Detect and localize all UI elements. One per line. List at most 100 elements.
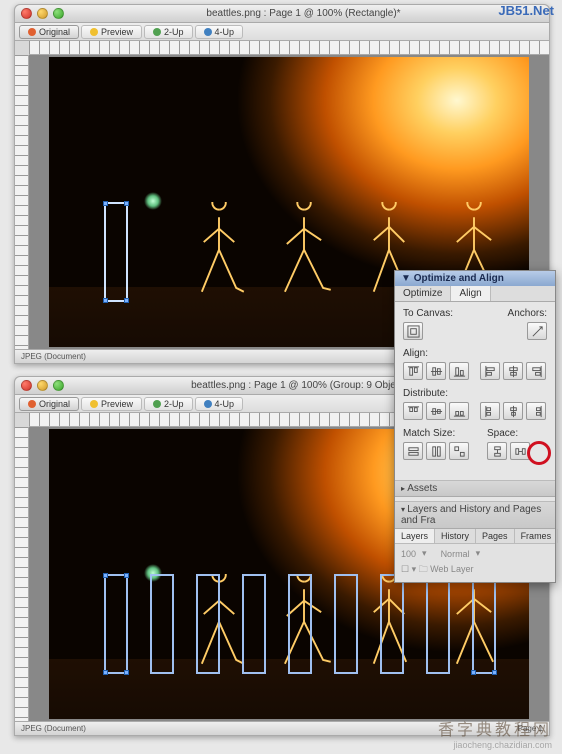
minimize-icon[interactable] bbox=[37, 380, 48, 391]
group-rectangle[interactable] bbox=[472, 574, 496, 674]
distribute-left-button[interactable] bbox=[480, 402, 500, 420]
tab-layers[interactable]: Layers bbox=[395, 529, 435, 543]
opacity-value[interactable]: 100 bbox=[401, 549, 416, 559]
tab-2up-label: 2-Up bbox=[164, 399, 184, 409]
group-rectangle[interactable] bbox=[334, 574, 358, 674]
space-horizontal-button[interactable] bbox=[510, 442, 530, 460]
group-rectangle[interactable] bbox=[288, 574, 312, 674]
match-both-button[interactable] bbox=[449, 442, 469, 460]
anchors-button[interactable] bbox=[527, 322, 547, 340]
distribute-right-button[interactable] bbox=[526, 402, 546, 420]
watermark-main: 香字典教程网 bbox=[438, 716, 552, 740]
distribute-label: Distribute: bbox=[403, 388, 547, 399]
tab-4up[interactable]: 4-Up bbox=[195, 25, 244, 39]
close-icon[interactable] bbox=[21, 380, 32, 391]
layers-tabs: Layers History Pages Frames bbox=[395, 529, 555, 544]
ruler-horizontal bbox=[29, 41, 549, 55]
tab-optimize[interactable]: Optimize bbox=[395, 286, 451, 301]
space-vertical-button[interactable] bbox=[487, 442, 507, 460]
chevron-down-icon: ▾ bbox=[476, 548, 481, 559]
layers-body: 100 ▾ Normal ▾ ☐ ▾ 🗀 Web Layer bbox=[395, 544, 555, 582]
highlight-circle-icon bbox=[527, 441, 551, 465]
align-hcenter-button[interactable] bbox=[503, 362, 523, 380]
resize-handle[interactable] bbox=[124, 573, 129, 578]
group-rectangle[interactable] bbox=[380, 574, 404, 674]
tab-2up-label: 2-Up bbox=[164, 27, 184, 37]
resize-handle[interactable] bbox=[103, 573, 108, 578]
tab-4up[interactable]: 4-Up bbox=[195, 397, 244, 411]
resize-handle[interactable] bbox=[124, 201, 129, 206]
align-vcenter-button[interactable] bbox=[426, 362, 446, 380]
resize-handle[interactable] bbox=[103, 201, 108, 206]
resize-handle[interactable] bbox=[492, 670, 497, 675]
match-width-button[interactable] bbox=[403, 442, 423, 460]
blend-mode-select[interactable]: Normal bbox=[441, 549, 470, 559]
resize-handle[interactable] bbox=[124, 670, 129, 675]
distribute-vcenter-button[interactable] bbox=[426, 402, 446, 420]
distribute-top-button[interactable] bbox=[403, 402, 423, 420]
titlebar[interactable]: beattles.png : Page 1 @ 100% (Rectangle)… bbox=[15, 5, 549, 23]
watermark-bottom: 香字典教程网 jiaocheng.chazidian.com bbox=[438, 716, 552, 750]
tab-original[interactable]: Original bbox=[19, 25, 79, 39]
tab-frames[interactable]: Frames bbox=[515, 529, 559, 543]
match-height-button[interactable] bbox=[426, 442, 446, 460]
align-bottom-button[interactable] bbox=[449, 362, 469, 380]
layers-title[interactable]: Layers and History and Pages and Fra bbox=[395, 502, 555, 529]
view-tabs: Original Preview 2-Up 4-Up bbox=[15, 23, 549, 41]
tab-preview[interactable]: Preview bbox=[81, 397, 142, 411]
traffic-lights bbox=[21, 8, 64, 19]
tab-align[interactable]: Align bbox=[451, 286, 490, 301]
maximize-icon[interactable] bbox=[53, 8, 64, 19]
tab-original[interactable]: Original bbox=[19, 397, 79, 411]
close-icon[interactable] bbox=[21, 8, 32, 19]
tab-original-label: Original bbox=[39, 399, 70, 409]
panel-title-text: Optimize and Align bbox=[414, 273, 504, 284]
tab-history[interactable]: History bbox=[435, 529, 476, 543]
watermark-top: JB51.Net bbox=[498, 3, 554, 18]
layer-name: Web Layer bbox=[430, 564, 473, 574]
layer-row[interactable]: ☐ ▾ 🗀 Web Layer bbox=[401, 562, 549, 578]
percent-icon: ▾ bbox=[422, 548, 427, 559]
maximize-icon[interactable] bbox=[53, 380, 64, 391]
tab-2up[interactable]: 2-Up bbox=[144, 397, 193, 411]
tab-4up-label: 4-Up bbox=[215, 27, 235, 37]
optimize-align-panel[interactable]: ▼ Optimize and Align Optimize Align To C… bbox=[394, 270, 556, 583]
traffic-lights bbox=[21, 380, 64, 391]
layers-panel[interactable]: Layers and History and Pages and Fra Lay… bbox=[395, 501, 555, 582]
status-left: JPEG (Document) bbox=[21, 352, 86, 361]
tab-2up[interactable]: 2-Up bbox=[144, 25, 193, 39]
assets-panel[interactable]: Assets bbox=[395, 480, 555, 497]
to-canvas-button[interactable] bbox=[403, 322, 423, 340]
window-title: beattles.png : Page 1 @ 100% (Rectangle)… bbox=[64, 8, 543, 19]
to-canvas-label: To Canvas: bbox=[403, 308, 453, 319]
resize-handle[interactable] bbox=[103, 670, 108, 675]
anchors-label: Anchors: bbox=[508, 308, 547, 319]
align-label: Align: bbox=[403, 348, 547, 359]
group-rectangle[interactable] bbox=[150, 574, 174, 674]
tab-preview[interactable]: Preview bbox=[81, 25, 142, 39]
resize-handle[interactable] bbox=[103, 298, 108, 303]
align-top-button[interactable] bbox=[403, 362, 423, 380]
align-left-button[interactable] bbox=[480, 362, 500, 380]
figure-silhouette bbox=[274, 202, 334, 307]
align-right-button[interactable] bbox=[526, 362, 546, 380]
group-rectangle[interactable] bbox=[426, 574, 450, 674]
panel-title[interactable]: ▼ Optimize and Align bbox=[395, 271, 555, 286]
align-panel-body: To Canvas: Anchors: Align: Distribute: bbox=[395, 302, 555, 476]
resize-handle[interactable] bbox=[124, 298, 129, 303]
tab-preview-label: Preview bbox=[101, 399, 133, 409]
selection-rectangle[interactable] bbox=[104, 202, 128, 302]
tab-pages[interactable]: Pages bbox=[476, 529, 515, 543]
ruler-vertical bbox=[15, 55, 29, 349]
ruler-vertical bbox=[15, 427, 29, 721]
group-rectangle[interactable] bbox=[242, 574, 266, 674]
tab-4up-label: 4-Up bbox=[215, 399, 235, 409]
distribute-bottom-button[interactable] bbox=[449, 402, 469, 420]
watermark-sub: jiaocheng.chazidian.com bbox=[438, 740, 552, 750]
minimize-icon[interactable] bbox=[37, 8, 48, 19]
group-rectangle[interactable] bbox=[104, 574, 128, 674]
distribute-hcenter-button[interactable] bbox=[503, 402, 523, 420]
group-rectangle[interactable] bbox=[196, 574, 220, 674]
resize-handle[interactable] bbox=[471, 670, 476, 675]
assets-title[interactable]: Assets bbox=[395, 481, 555, 497]
